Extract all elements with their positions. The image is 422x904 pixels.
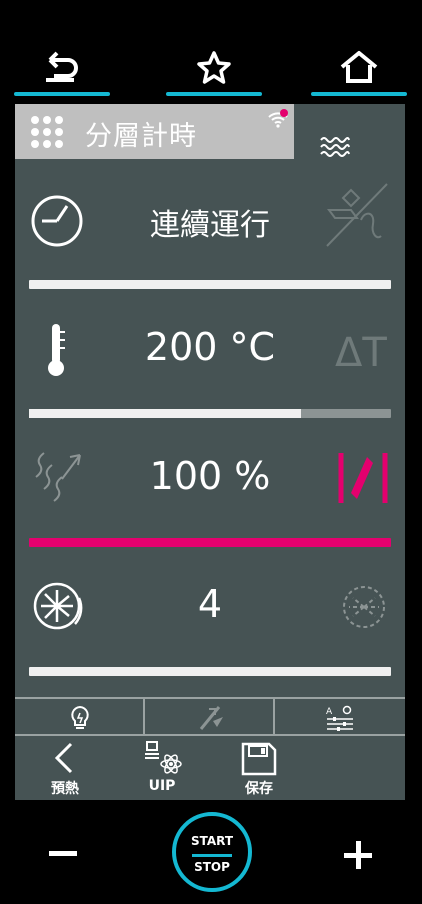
start-stop-divider [192,854,232,857]
stop-label: STOP [194,860,230,874]
plus-button[interactable] [344,841,372,869]
thermometer-icon[interactable] [43,322,69,378]
divider-bottom [15,734,405,736]
uip-atom-icon [145,741,182,774]
time-bar[interactable] [29,280,391,289]
program-title-bar[interactable]: 分層計時 [15,104,294,159]
home-icon [340,51,378,83]
home-underline [311,92,407,96]
time-value[interactable]: 連續運行 [125,200,295,244]
program-title: 分層計時 [85,121,197,152]
fan-value[interactable]: 4 [125,582,295,626]
temperature-value[interactable]: 200 °C [125,325,295,369]
divider-v1 [143,699,145,735]
settings-sliders-icon[interactable]: A [325,705,355,731]
minus-button[interactable] [49,851,77,856]
save-button[interactable]: 保存 [237,740,281,798]
back-underline [14,92,110,96]
start-stop-button[interactable]: START STOP [172,812,252,892]
uip-button[interactable]: UIP [137,740,187,798]
cleaning-icon[interactable] [197,703,225,731]
humidity-bar[interactable] [29,538,391,547]
divider-v2 [273,699,275,735]
temperature-bar-fill [29,409,301,418]
temperature-bar-track[interactable] [29,409,391,418]
wifi-error-icon [268,109,288,128]
humidity-value[interactable]: 100 % [125,454,295,498]
preheat-button[interactable]: 預熱 [43,740,87,798]
damper-icon[interactable] [335,449,391,507]
clock-icon[interactable] [30,194,84,248]
fan-bar[interactable] [29,667,391,676]
core-probe-icon[interactable] [321,180,393,248]
fan-speed-icon[interactable] [29,578,85,634]
save-label: 保存 [245,781,273,797]
preheat-label: 預熱 [51,781,79,797]
home-button[interactable] [311,40,407,100]
back-arrow-icon [46,51,78,82]
svg-text:A: A [326,707,333,717]
divider-top [15,697,405,699]
humidity-icon[interactable] [32,449,86,505]
light-bulb-icon[interactable] [69,705,91,731]
chevron-left-icon [54,742,73,774]
main-panel: 分層計時 連續運行 200 °C ΔT 100 % 4 A 預熱 UIP 保存 [15,104,405,800]
favorite-underline [166,92,262,96]
grid-menu-icon [31,116,63,148]
star-icon [197,51,231,84]
uip-label: UIP [148,778,176,794]
fan-reverse-icon[interactable] [337,580,391,634]
start-label: START [190,834,234,848]
steam-waves-icon [320,137,350,157]
delta-t-button[interactable]: ΔT [335,330,387,376]
favorite-button[interactable] [166,40,262,100]
floppy-disk-icon [241,742,277,776]
back-button[interactable] [14,40,110,100]
